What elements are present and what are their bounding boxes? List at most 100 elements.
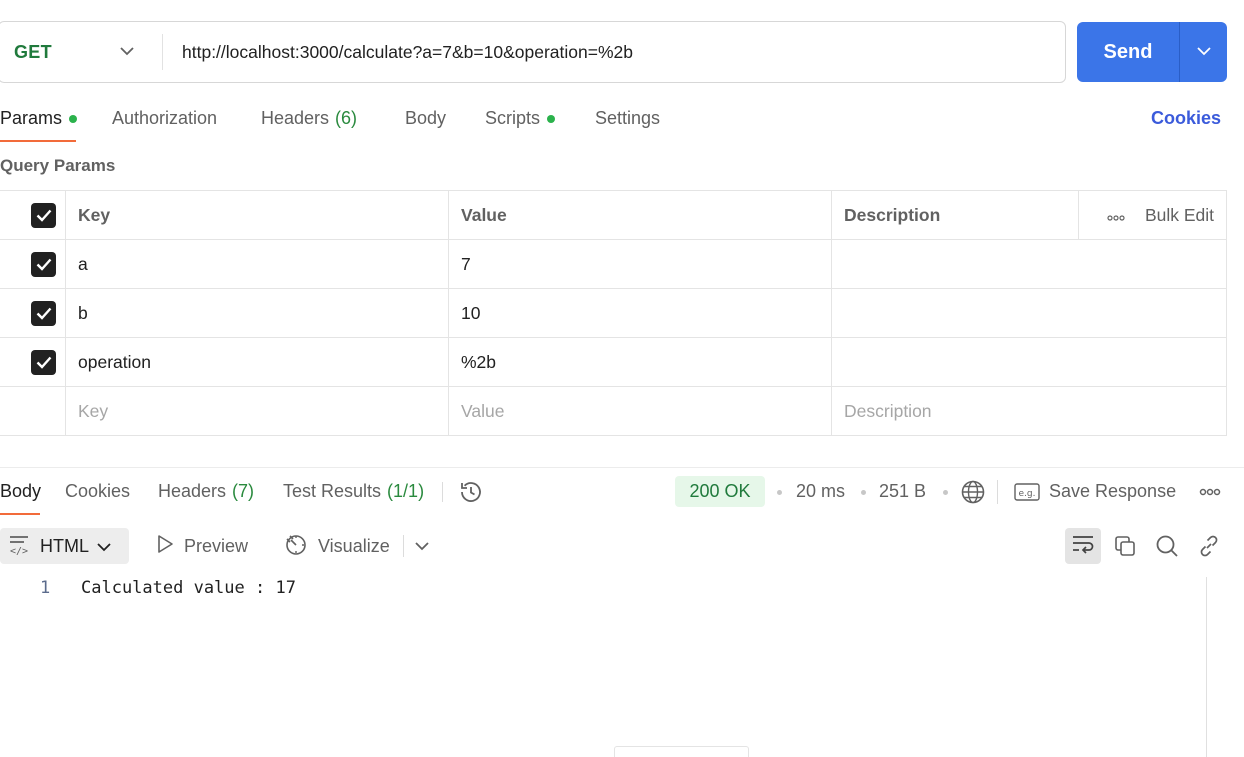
- new-value-input[interactable]: Value: [448, 386, 832, 436]
- table-header-row: Key Value Description Bulk Edit: [0, 190, 1227, 240]
- response-body-text: Calculated value : 17: [81, 578, 296, 598]
- value-column-header: Value: [448, 190, 832, 240]
- send-button[interactable]: Send: [1077, 22, 1179, 82]
- divider: [997, 480, 998, 504]
- param-description[interactable]: [831, 239, 1227, 289]
- send-button-group: Send: [1077, 22, 1227, 82]
- wrap-lines-button[interactable]: [1065, 528, 1101, 564]
- preview-label: Preview: [184, 535, 249, 556]
- chevron-down-icon: [1196, 43, 1211, 61]
- bulk-edit-cell: Bulk Edit: [1078, 190, 1227, 240]
- response-active-tab-indicator: [0, 513, 40, 515]
- wrap-lines-icon: [1071, 534, 1095, 559]
- key-column-header: Key: [65, 190, 449, 240]
- param-key[interactable]: a: [65, 239, 449, 289]
- cookies-link[interactable]: Cookies: [1151, 108, 1221, 129]
- table-row: a 7: [0, 239, 1227, 289]
- description-column-header: Description: [831, 190, 1079, 240]
- tab-headers-label: Headers: [261, 108, 330, 128]
- tab-response-cookies[interactable]: Cookies: [65, 481, 130, 502]
- svg-text:e.g.: e.g.: [1019, 489, 1036, 499]
- param-key[interactable]: operation: [65, 337, 449, 387]
- method-select[interactable]: GET: [0, 34, 163, 70]
- tab-scripts-label: Scripts: [485, 108, 541, 128]
- response-time: 20 ms: [796, 481, 846, 501]
- play-icon: [156, 534, 174, 559]
- format-label: HTML: [40, 535, 89, 556]
- tab-response-headers-label: Headers: [158, 481, 227, 501]
- param-value[interactable]: %2b: [448, 337, 832, 387]
- response-divider: [0, 467, 1244, 468]
- tab-scripts[interactable]: Scripts: [485, 108, 556, 129]
- scripts-active-dot: [547, 114, 556, 123]
- tab-body[interactable]: Body: [405, 108, 446, 129]
- chevron-down-icon: [97, 536, 111, 557]
- bottom-panel-tab[interactable]: [614, 746, 749, 757]
- tab-params[interactable]: Params: [0, 108, 78, 129]
- link-icon[interactable]: [1193, 530, 1225, 562]
- row-checkbox[interactable]: [31, 300, 56, 326]
- active-tab-indicator: [0, 140, 76, 142]
- request-url-bar: GET http://localhost:3000/calculate?a=7&…: [0, 21, 1066, 83]
- status-badge: 200 OK: [675, 476, 765, 507]
- divider: [403, 535, 404, 557]
- tab-settings[interactable]: Settings: [595, 108, 660, 129]
- new-key-input[interactable]: Key: [65, 386, 449, 436]
- visualize-options-button[interactable]: [406, 530, 438, 562]
- tab-settings-label: Settings: [595, 108, 661, 128]
- param-value[interactable]: 10: [448, 288, 832, 338]
- more-options-icon[interactable]: [1107, 205, 1125, 226]
- globe-icon[interactable]: [957, 476, 989, 508]
- tab-authorization[interactable]: Authorization: [112, 108, 217, 129]
- tab-response-headers[interactable]: Headers (7): [158, 481, 254, 502]
- param-description[interactable]: [831, 337, 1227, 387]
- new-description-input[interactable]: Description: [831, 386, 1227, 436]
- visualize-button[interactable]: Visualize: [284, 530, 390, 562]
- tab-headers[interactable]: Headers (6): [261, 108, 357, 129]
- search-icon[interactable]: [1151, 530, 1183, 562]
- tab-params-label: Params: [0, 108, 63, 128]
- param-description[interactable]: [831, 288, 1227, 338]
- tab-response-body[interactable]: Body: [0, 481, 41, 502]
- new-param-row: Key Value Description: [0, 386, 1227, 436]
- scrollbar[interactable]: [1206, 577, 1207, 757]
- preview-button[interactable]: Preview: [156, 530, 248, 562]
- select-all-cell: [0, 190, 66, 240]
- table-row: operation %2b: [0, 337, 1227, 387]
- tab-response-cookies-label: Cookies: [65, 481, 131, 501]
- divider: [442, 482, 443, 502]
- separator-dot: [943, 490, 948, 495]
- visualize-icon: [284, 532, 308, 561]
- line-number: 1: [40, 578, 51, 598]
- send-options-button[interactable]: [1179, 22, 1227, 82]
- params-active-dot: [69, 114, 78, 123]
- copy-icon[interactable]: [1109, 530, 1141, 562]
- empty-checkbox-cell: [0, 386, 66, 436]
- request-tabs: Params Authorization Headers (6) Body Sc…: [0, 100, 1244, 144]
- tab-authorization-label: Authorization: [112, 108, 218, 128]
- response-body-line: 1 Calculated value : 17: [40, 578, 296, 598]
- select-all-checkbox[interactable]: [31, 202, 56, 228]
- response-headers-count: (7): [232, 481, 255, 501]
- svg-text:</>: </>: [10, 546, 28, 555]
- save-response-icon: e.g.: [1012, 476, 1042, 508]
- more-options-icon[interactable]: [1194, 476, 1226, 508]
- url-input[interactable]: http://localhost:3000/calculate?a=7&b=10…: [163, 42, 633, 63]
- row-checkbox[interactable]: [31, 349, 56, 375]
- tab-test-results-label: Test Results: [283, 481, 382, 501]
- query-params-title: Query Params: [0, 156, 116, 175]
- tab-test-results[interactable]: Test Results (1/1): [283, 481, 424, 502]
- save-response-button[interactable]: Save Response: [1049, 481, 1176, 502]
- separator-dot: [777, 490, 782, 495]
- bulk-edit-button[interactable]: Bulk Edit: [1145, 205, 1214, 226]
- separator-dot: [861, 490, 866, 495]
- tab-body-label: Body: [405, 108, 447, 128]
- query-params-table: Key Value Description Bulk Edit a 7 b 10…: [0, 190, 1227, 436]
- test-results-count: (1/1): [387, 481, 425, 501]
- param-value[interactable]: 7: [448, 239, 832, 289]
- row-checkbox[interactable]: [31, 251, 56, 277]
- history-icon[interactable]: [455, 476, 487, 508]
- format-select[interactable]: </> HTML: [0, 528, 129, 564]
- table-row: b 10: [0, 288, 1227, 338]
- param-key[interactable]: b: [65, 288, 449, 338]
